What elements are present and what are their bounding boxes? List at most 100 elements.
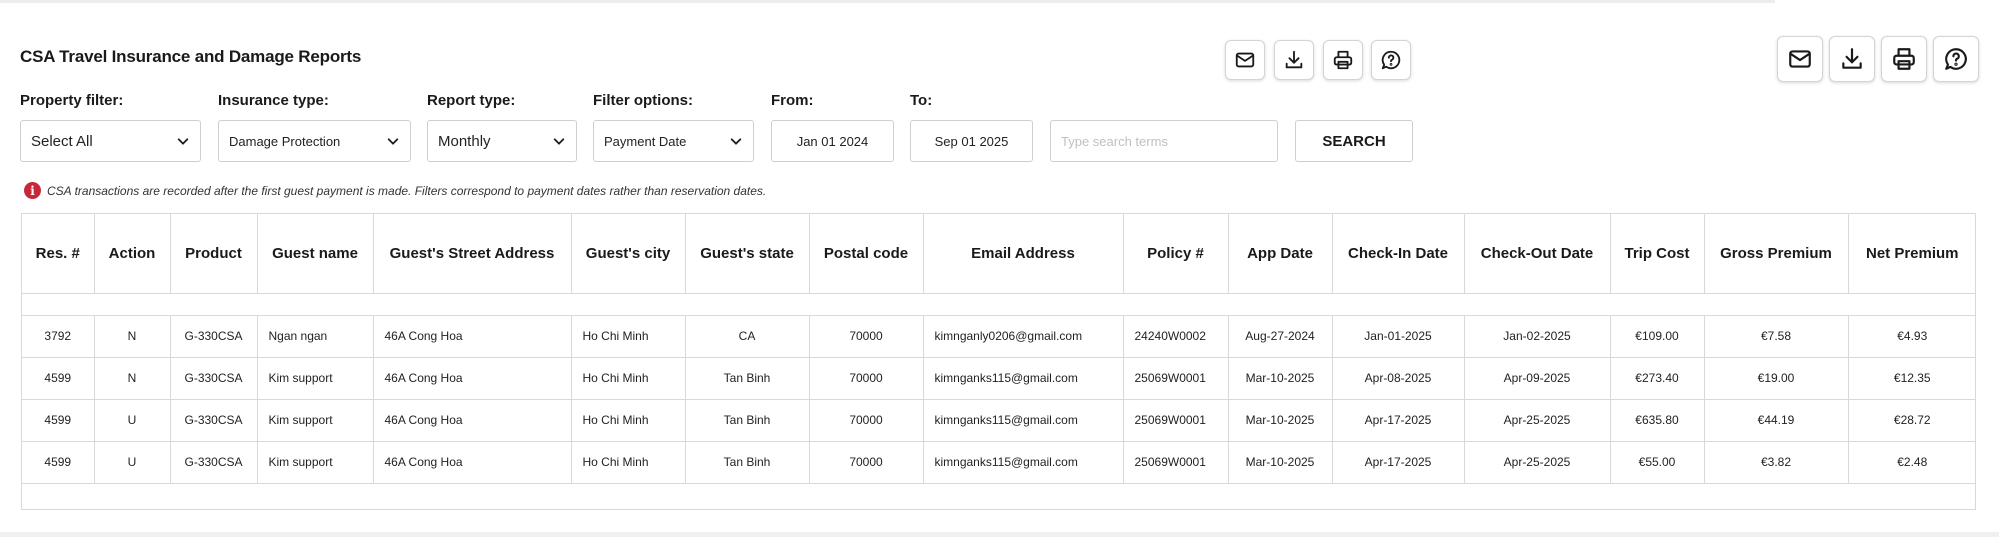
table-cell: 70000 (809, 357, 924, 400)
filter-options-select[interactable]: Payment Date (593, 120, 754, 162)
table-cell: G-330CSA (170, 357, 258, 400)
table-cell: kimnganks115@gmail.com (923, 441, 1124, 484)
table-cell: 25069W0001 (1123, 441, 1229, 484)
help-chat-icon (1380, 49, 1402, 71)
search-button[interactable]: SEARCH (1295, 120, 1413, 162)
column-header[interactable]: Gross Premium (1704, 214, 1849, 294)
column-header[interactable]: Postal code (809, 214, 924, 294)
table-cell: €2.48 (1848, 441, 1976, 484)
chevron-down-icon (177, 138, 189, 145)
table-cell: €7.58 (1704, 315, 1849, 358)
table-cell: €55.00 (1610, 441, 1705, 484)
table-cell: 70000 (809, 315, 924, 358)
table-cell: Ho Chi Minh (571, 315, 686, 358)
table-cell: Mar-10-2025 (1228, 357, 1333, 400)
download-button[interactable] (1274, 40, 1314, 80)
table-cell: Kim support (257, 441, 374, 484)
table-cell: 46A Cong Hoa (373, 441, 572, 484)
search-input[interactable]: Type search terms (1050, 120, 1278, 162)
table-cell: €4.93 (1848, 315, 1976, 358)
column-header[interactable]: Net Premium (1848, 214, 1976, 294)
table-cell: Apr-25-2025 (1464, 441, 1611, 484)
report-type-label: Report type: (427, 92, 516, 109)
table-cell: 24240W0002 (1123, 315, 1229, 358)
to-date-input[interactable]: Sep 01 2025 (910, 120, 1033, 162)
column-header[interactable]: Email Address (923, 214, 1124, 294)
print-button[interactable] (1323, 40, 1363, 80)
mail-icon (1787, 46, 1813, 72)
email-button-secondary[interactable] (1777, 36, 1823, 82)
to-date-value: Sep 01 2025 (934, 133, 1009, 149)
help-button[interactable] (1371, 40, 1411, 80)
column-header[interactable]: Action (94, 214, 171, 294)
info-icon: i (24, 182, 41, 199)
top-divider (0, 0, 1775, 3)
table-cell: €109.00 (1610, 315, 1705, 358)
table-row[interactable]: 4599 N G-330CSA Kim support 46A Cong Hoa Ho C… (22, 357, 1976, 400)
table-row[interactable]: 3792 N G-330CSA Ngan ngan 46A Cong Hoa Ho Chi… (22, 315, 1976, 358)
table-cell: 4599 (22, 399, 95, 442)
column-header[interactable]: Check-Out Date (1464, 214, 1611, 294)
table-cell: Ho Chi Minh (571, 399, 686, 442)
info-note-text: CSA transactions are recorded after the … (47, 183, 767, 198)
insurance-type-select[interactable]: Damage Protection (218, 120, 411, 162)
table-cell: G-330CSA (170, 315, 258, 358)
table-cell: N (94, 315, 171, 358)
column-header[interactable]: Product (170, 214, 258, 294)
table-cell: 3792 (22, 315, 95, 358)
table-cell: 46A Cong Hoa (373, 357, 572, 400)
table-cell: kimnganks115@gmail.com (923, 357, 1124, 400)
table-cell: N (94, 357, 171, 400)
email-button[interactable] (1225, 40, 1265, 80)
bottom-divider (0, 532, 1999, 537)
filter-options-label: Filter options: (593, 92, 693, 109)
table-cell: Ho Chi Minh (571, 357, 686, 400)
download-button-secondary[interactable] (1829, 36, 1875, 82)
property-filter-select[interactable]: Select All (20, 120, 201, 162)
chevron-down-icon (730, 138, 742, 145)
column-header[interactable]: Guest's Street Address (373, 214, 572, 294)
table-cell: Kim support (257, 399, 374, 442)
table-cell: €19.00 (1704, 357, 1849, 400)
column-header[interactable]: Guest name (257, 214, 374, 294)
print-icon (1891, 46, 1917, 72)
table-cell: €12.35 (1848, 357, 1976, 400)
table-cell: G-330CSA (170, 399, 258, 442)
table-cell: 70000 (809, 399, 924, 442)
column-header[interactable]: App Date (1228, 214, 1333, 294)
table-cell: CA (685, 315, 810, 358)
page-title: CSA Travel Insurance and Damage Reports (20, 47, 362, 66)
column-header[interactable]: Policy # (1123, 214, 1229, 294)
from-label: From: (771, 92, 814, 109)
from-date-input[interactable]: Jan 01 2024 (771, 120, 894, 162)
table-cell: €44.19 (1704, 399, 1849, 442)
chevron-down-icon (553, 138, 565, 145)
table-cell: G-330CSA (170, 441, 258, 484)
print-button-secondary[interactable] (1881, 36, 1927, 82)
print-icon (1332, 49, 1354, 71)
column-header[interactable]: Trip Cost (1610, 214, 1705, 294)
help-button-secondary[interactable] (1933, 36, 1979, 82)
table-row[interactable]: 4599 U G-330CSA Kim support 46A Cong Hoa Ho C… (22, 441, 1976, 484)
mail-icon (1234, 49, 1256, 71)
table-cell: €3.82 (1704, 441, 1849, 484)
help-chat-icon (1943, 46, 1969, 72)
column-header[interactable]: Guest's state (685, 214, 810, 294)
download-icon (1283, 49, 1305, 71)
table-cell: 4599 (22, 357, 95, 400)
table-cell: kimnganly0206@gmail.com (923, 315, 1124, 358)
table-cell: U (94, 441, 171, 484)
table-cell: Apr-09-2025 (1464, 357, 1611, 400)
column-header[interactable]: Res. # (22, 214, 95, 294)
report-type-select[interactable]: Monthly (427, 120, 577, 162)
column-header[interactable]: Check-In Date (1332, 214, 1465, 294)
table-row[interactable]: 4599 U G-330CSA Kim support 46A Cong Hoa Ho C… (22, 399, 1976, 442)
table-cell: Apr-17-2025 (1332, 399, 1465, 442)
table-cell: Jan-01-2025 (1332, 315, 1465, 358)
table-header-row: Res. # Action Product Guest name Guest's… (22, 214, 1976, 294)
column-header[interactable]: Guest's city (571, 214, 686, 294)
table-cell: Apr-08-2025 (1332, 357, 1465, 400)
report-table: Res. # Action Product Guest name Guest's… (21, 213, 1976, 510)
table-cell: 25069W0001 (1123, 399, 1229, 442)
table-cell: €273.40 (1610, 357, 1705, 400)
